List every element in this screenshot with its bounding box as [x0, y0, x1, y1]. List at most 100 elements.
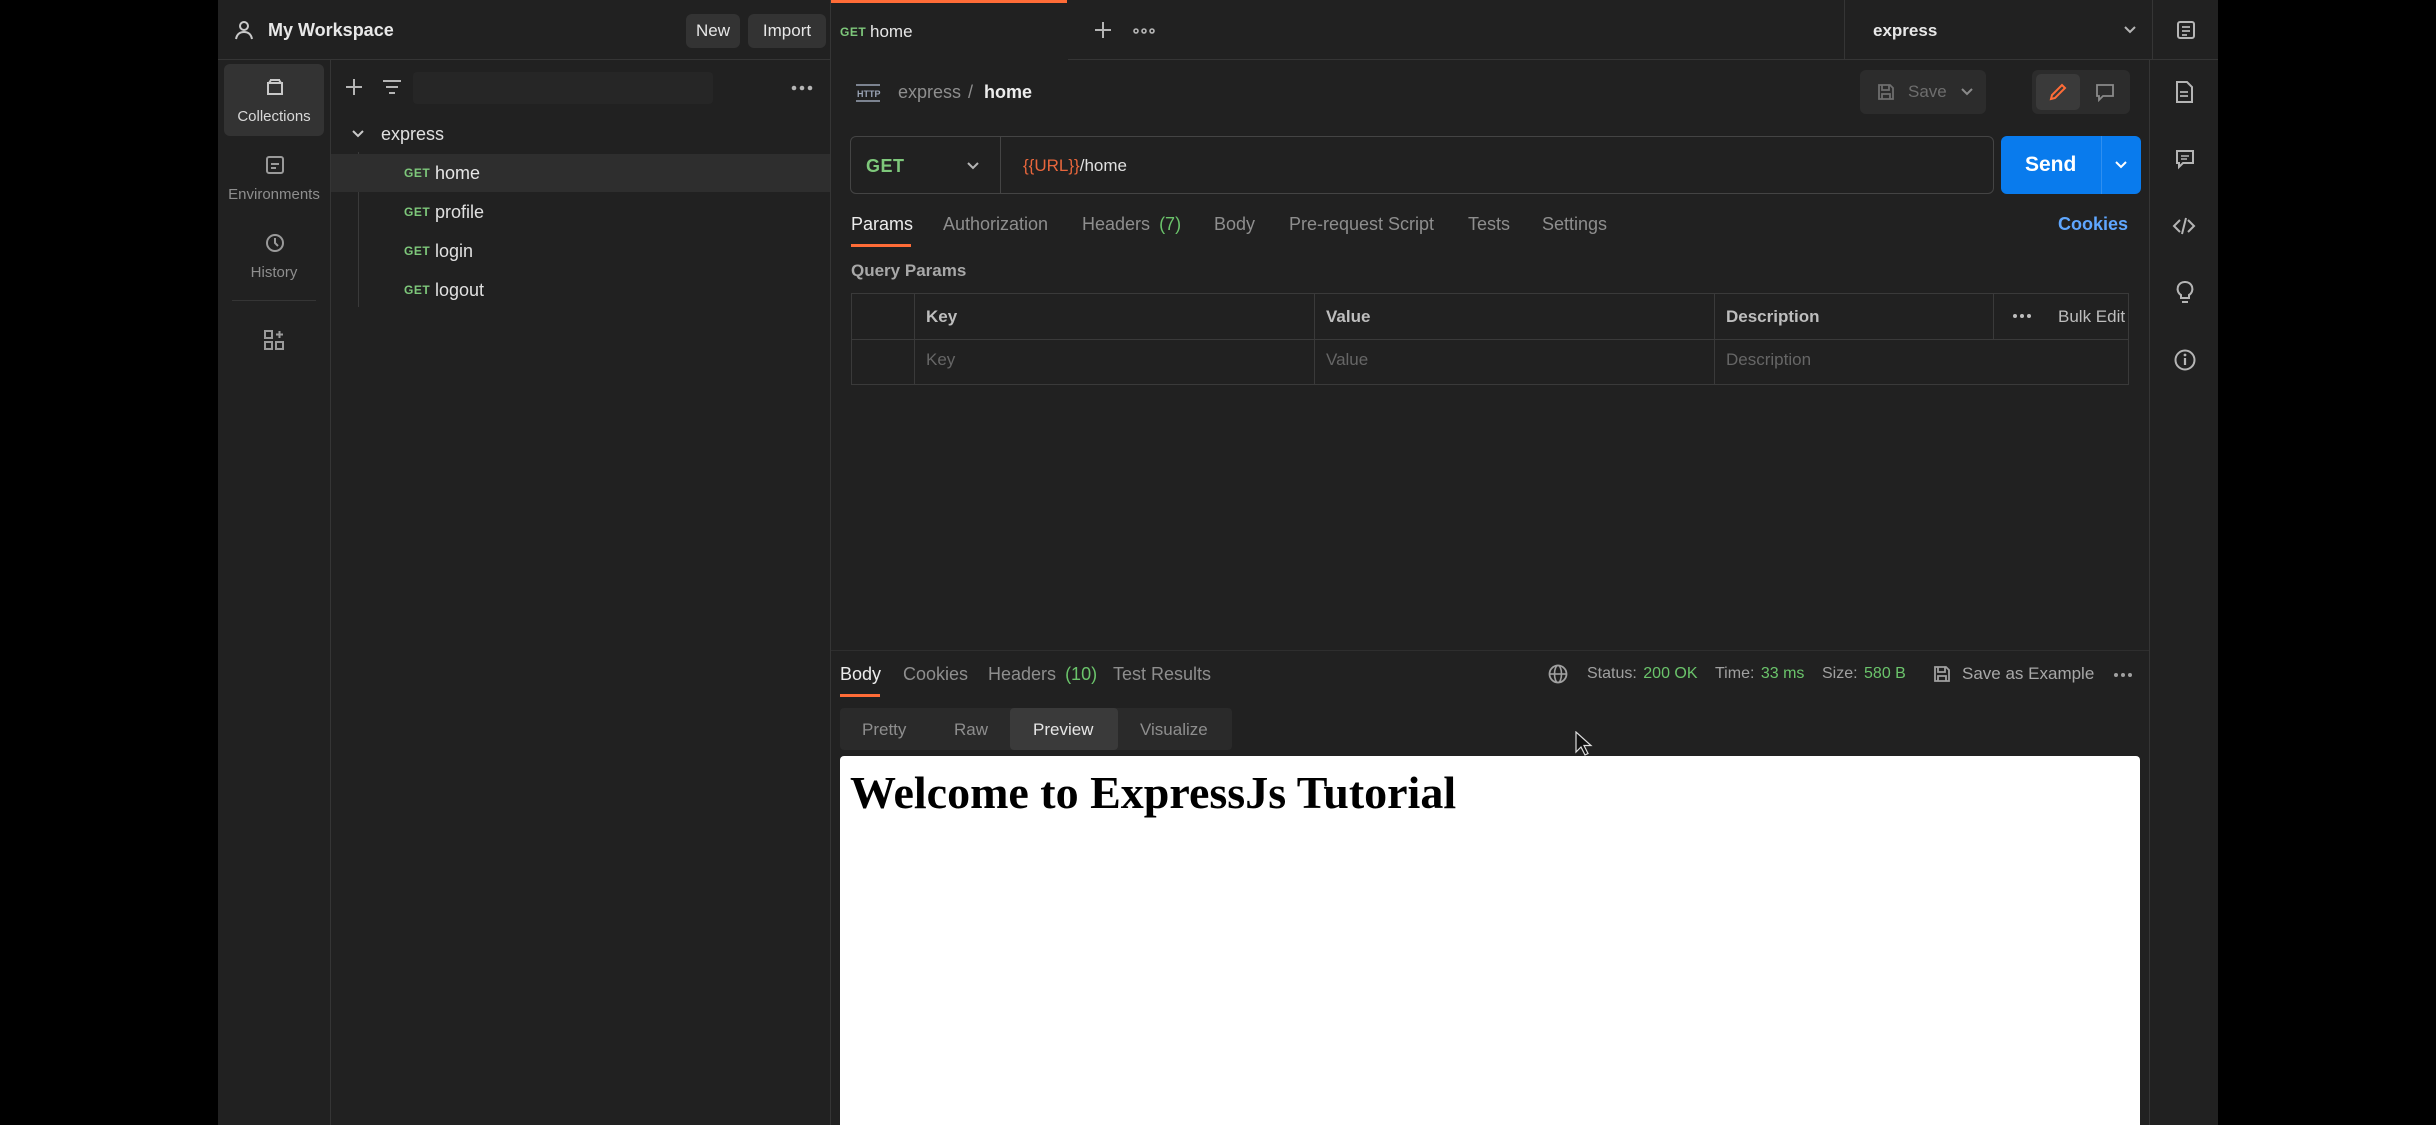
response-view-modes: Pretty Raw Preview Visualize: [840, 708, 1232, 750]
request-row-logout[interactable]: GET logout: [331, 271, 830, 309]
status-label: Status:: [1587, 665, 1637, 682]
tab-pre-request-script[interactable]: Pre-request Script: [1289, 214, 1434, 235]
breadcrumb-request: home: [984, 82, 1033, 102]
method-value: GET: [866, 156, 905, 176]
tab-settings[interactable]: Settings: [1542, 214, 1607, 235]
new-button[interactable]: New: [686, 14, 740, 48]
save-as-example-label: Save as Example: [1962, 664, 2095, 683]
size-label: Size:: [1822, 665, 1858, 682]
sidebar-border: [830, 0, 831, 1125]
chevron-down-icon: [2123, 25, 2137, 35]
rail-item-label: History: [250, 264, 298, 281]
rail-item-history[interactable]: History: [224, 220, 324, 292]
tab-authorization[interactable]: Authorization: [943, 214, 1048, 235]
response-tab-underline: [840, 694, 880, 697]
params-table: Key Value Description Bulk Edit Key Valu…: [851, 293, 2129, 385]
rail-item-collections[interactable]: Collections: [224, 64, 324, 136]
response-time: Time: 33 ms: [1715, 665, 1804, 683]
environment-quick-look-icon[interactable]: [2175, 19, 2197, 41]
breadcrumb-collection[interactable]: express: [898, 82, 961, 103]
save-options-chevron-icon[interactable]: [1960, 87, 1974, 97]
send-label: Send: [2025, 153, 2077, 176]
environment-selector[interactable]: express: [1845, 0, 2152, 59]
history-icon: [264, 232, 286, 254]
tab-bar: GET home express: [831, 0, 2218, 59]
sidebar-more-icon[interactable]: [791, 84, 813, 92]
right-rail-border: [2149, 60, 2150, 1125]
tab-home[interactable]: GET home: [831, 0, 1067, 59]
add-collection-icon[interactable]: [343, 76, 365, 98]
request-row-profile[interactable]: GET profile: [331, 193, 830, 231]
response-tab-body[interactable]: Body: [840, 664, 881, 685]
tab-tests[interactable]: Tests: [1468, 214, 1510, 235]
collections-icon: [264, 76, 286, 98]
tab-title: home: [870, 22, 913, 41]
request-row-home[interactable]: GET home: [331, 154, 830, 192]
documentation-icon[interactable]: [2174, 80, 2194, 104]
url-variable: {{URL}}: [1023, 156, 1080, 175]
environments-icon: [264, 154, 286, 176]
response-tab-test-results[interactable]: Test Results: [1113, 664, 1211, 685]
method-badge: GET: [404, 166, 431, 180]
tab-headers[interactable]: Headers (7): [1082, 214, 1181, 235]
http-request-icon: HTTP: [855, 82, 881, 104]
info-icon[interactable]: [2173, 348, 2197, 372]
workspace-name[interactable]: My Workspace: [268, 20, 394, 41]
method-select[interactable]: GET: [851, 137, 1001, 193]
description-input[interactable]: Description: [1726, 350, 1811, 370]
method-badge: GET: [404, 283, 431, 297]
tab-body[interactable]: Body: [1214, 214, 1255, 235]
cookies-link[interactable]: Cookies: [2058, 214, 2128, 235]
tab-options-icon[interactable]: [1133, 27, 1155, 35]
search-collections-input[interactable]: [413, 72, 713, 104]
globe-icon[interactable]: [1547, 663, 1569, 685]
lightbulb-icon[interactable]: [2174, 280, 2196, 306]
new-tab-icon[interactable]: [1093, 20, 1113, 40]
edit-mode-button[interactable]: [2036, 74, 2080, 110]
configure-sidebar-icon[interactable]: [262, 328, 286, 352]
tab-label: Body: [1214, 214, 1256, 234]
bulk-edit-button[interactable]: Bulk Edit: [2058, 307, 2125, 327]
response-tab-cookies[interactable]: Cookies: [903, 664, 968, 685]
request-row-login[interactable]: GET login: [331, 232, 830, 270]
view-mode-toggle: [2032, 70, 2130, 114]
column-header-description: Description: [1726, 307, 1820, 326]
save-as-example-button[interactable]: Save as Example: [1932, 660, 2112, 690]
send-button[interactable]: Send: [2001, 136, 2141, 194]
comment-mode-button[interactable]: [2084, 74, 2126, 110]
view-mode-pretty[interactable]: Pretty: [862, 720, 906, 740]
save-button[interactable]: Save: [1860, 70, 1986, 114]
response-more-icon[interactable]: [2113, 671, 2133, 679]
url-path: /home: [1079, 156, 1127, 175]
response-preview: Welcome to ExpressJs Tutorial: [840, 756, 2140, 1125]
tab-label: Authorization: [943, 214, 1049, 234]
column-options-icon[interactable]: [2012, 312, 2032, 320]
save-label: Save: [1908, 82, 1947, 101]
rail-item-environments[interactable]: Environments: [224, 142, 324, 214]
url-input[interactable]: {{URL}}/home: [1023, 156, 1127, 176]
tab-label: Settings: [1542, 214, 1608, 234]
filter-icon[interactable]: [381, 76, 403, 98]
view-mode-preview[interactable]: Preview: [1010, 708, 1118, 750]
view-mode-visualize[interactable]: Visualize: [1140, 720, 1208, 740]
view-mode-raw[interactable]: Raw: [954, 720, 988, 740]
tab-label: Params: [851, 214, 914, 234]
collection-row-express[interactable]: express: [331, 116, 830, 152]
comments-icon[interactable]: [2174, 148, 2196, 170]
response-divider: [831, 650, 2149, 651]
key-input[interactable]: Key: [926, 350, 955, 370]
col-divider: [1993, 294, 1994, 339]
response-status: Status: 200 OK: [1587, 665, 1698, 683]
row-divider: [852, 339, 2128, 340]
request-name: login: [435, 241, 474, 261]
code-snippet-icon[interactable]: [2172, 216, 2196, 236]
response-tab-headers[interactable]: Headers (10): [988, 664, 1097, 685]
save-icon: [1932, 664, 1952, 684]
tab-params[interactable]: Params: [851, 214, 913, 235]
view-mode-label: Preview: [1033, 720, 1094, 739]
value-input[interactable]: Value: [1326, 350, 1368, 370]
import-button[interactable]: Import: [748, 14, 826, 48]
left-rail: Collections Environments History: [218, 0, 330, 1125]
status-value: 200 OK: [1643, 665, 1698, 682]
send-options-chevron-icon[interactable]: [2114, 160, 2128, 170]
